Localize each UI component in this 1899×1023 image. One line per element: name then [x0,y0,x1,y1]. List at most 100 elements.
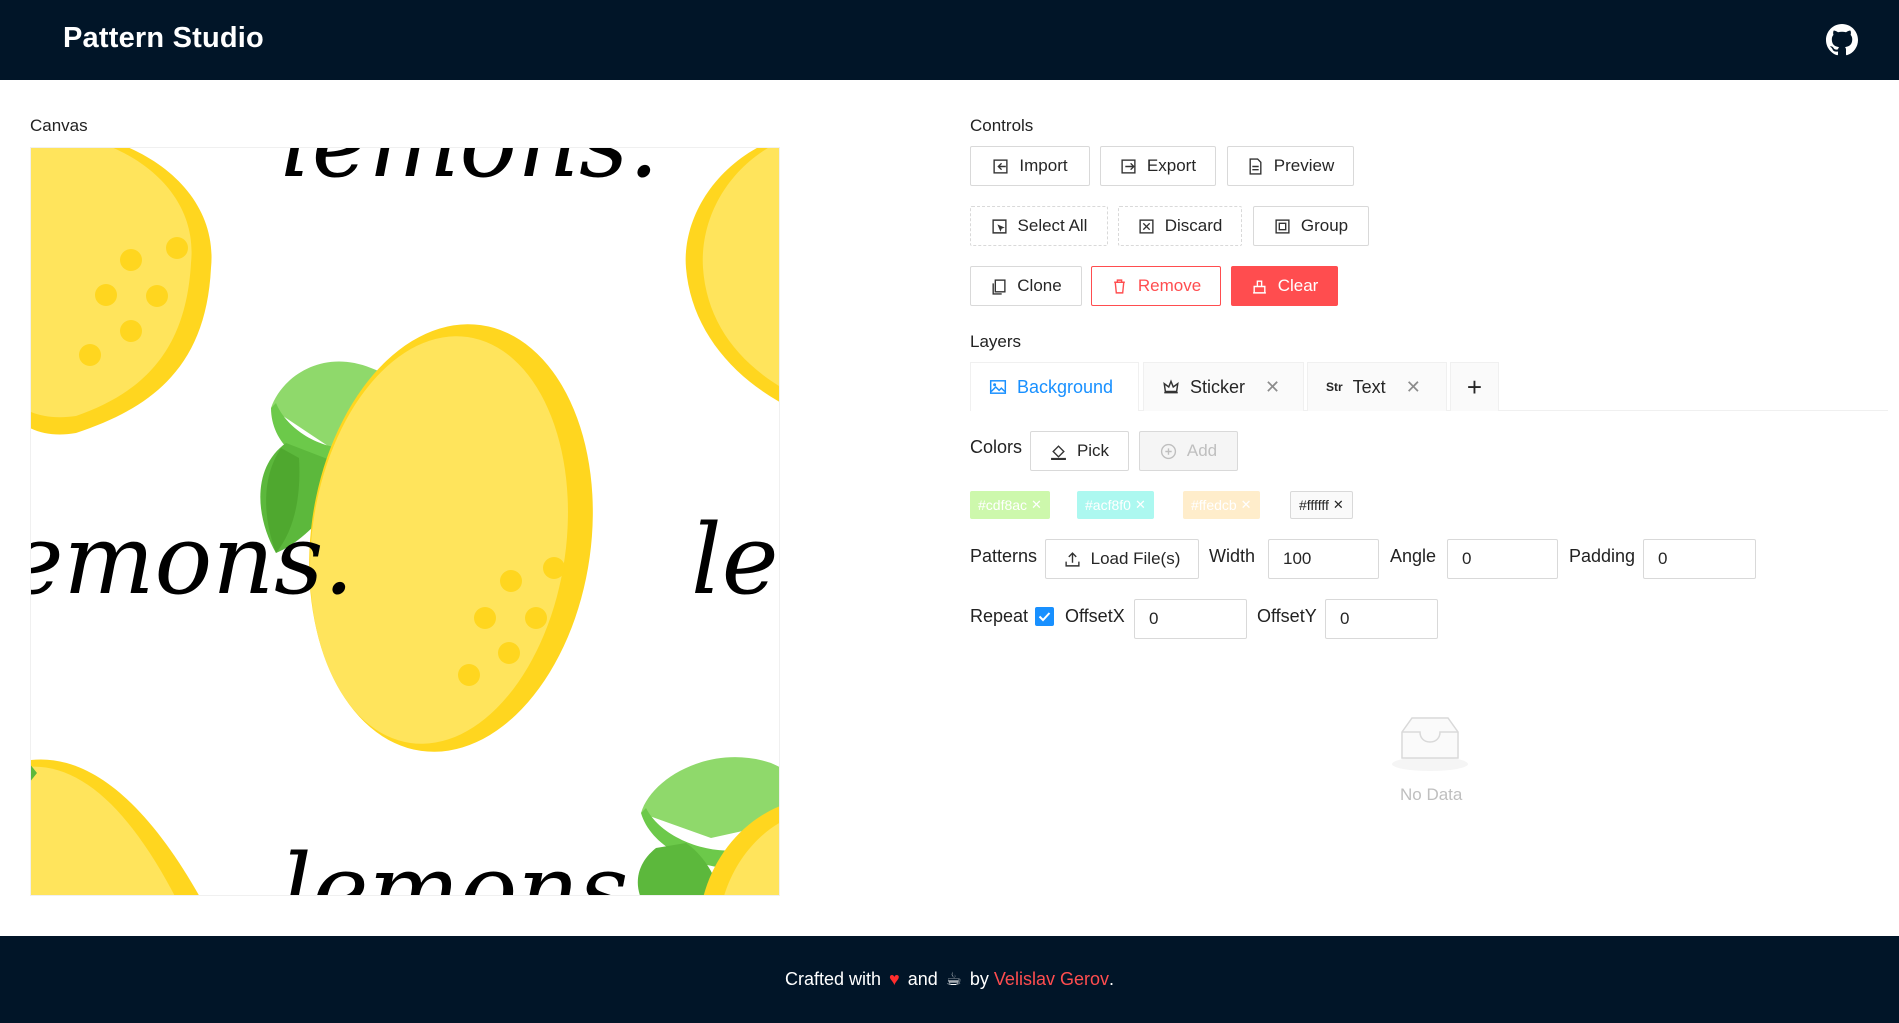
preview-label: Preview [1273,156,1335,175]
offsety-input[interactable]: 0 [1325,599,1438,639]
clear-icon [1252,279,1266,294]
picture-icon [989,380,1007,394]
footer-and: and [907,969,938,989]
footer-by: by [969,969,989,989]
remove-label: Remove [1137,276,1202,295]
export-button[interactable]: Export [1100,146,1216,186]
color-tag-value: #acf8f0 [1085,497,1131,513]
pattern-text: lemons. [281,148,659,199]
pattern-text: lemons. [691,504,780,616]
inbox-empty-icon [1392,717,1468,771]
preview-button[interactable]: Preview [1227,146,1354,186]
copy-icon [992,278,1006,295]
clone-label: Clone [1017,276,1062,295]
discard-button[interactable]: Discard [1118,206,1242,246]
close-icon[interactable]: ✕ [1031,497,1042,513]
angle-label: Angle [1390,546,1437,566]
tab-background-label: Background [1017,376,1114,397]
close-icon[interactable]: ✕ [1135,497,1146,513]
tab-sticker-label: Sticker [1190,376,1246,397]
color-tag-value: #cdf8ac [978,497,1028,513]
upload-icon [1065,551,1080,567]
group-icon [1275,218,1290,234]
import-icon [993,158,1008,174]
padding-input[interactable]: 0 [1643,539,1756,579]
crown-icon [1163,379,1179,394]
tab-text[interactable]: Str Text ✕ [1307,362,1447,411]
author-link[interactable]: Velislav Gerov [994,969,1109,990]
check-icon [1038,612,1051,622]
color-tag-value: #ffedcb [1191,497,1237,513]
pattern-text: lemons. [281,834,659,896]
group-label: Group [1300,216,1349,235]
select-all-button[interactable]: Select All [970,206,1108,246]
close-icon[interactable]: ✕ [1406,377,1421,398]
import-button[interactable]: Import [970,146,1090,186]
color-tag[interactable]: #cdf8ac ✕ [970,491,1050,519]
export-icon [1121,158,1136,174]
offsetx-input[interactable]: 0 [1134,599,1247,639]
delete-icon [1114,278,1125,294]
select-all-label: Select All [1017,216,1088,235]
tab-text-label: Text [1352,376,1386,397]
color-tag[interactable]: #ffffff ✕ [1290,491,1353,519]
width-input[interactable]: 100 [1268,539,1379,579]
pattern-text: lemons. [31,504,354,616]
repeat-label: Repeat [970,606,1029,626]
pick-color-button[interactable]: Pick [1030,431,1129,471]
pattern-preview: lemons. lemons. lemons. lemons. [31,148,780,896]
remove-button[interactable]: Remove [1091,266,1221,306]
clear-label: Clear [1277,276,1319,295]
load-files-button[interactable]: Load File(s) [1045,539,1199,579]
lemon-sticker [31,148,212,435]
heart-icon: ♥ [889,969,900,989]
color-tag-value: #ffffff [1299,497,1329,513]
pick-label: Pick [1076,441,1110,460]
clone-button[interactable]: Clone [970,266,1082,306]
lemon-sticker [685,148,779,402]
canvas-label: Canvas [30,116,88,135]
plus-icon: + [1466,371,1483,402]
plus-circle-icon [1160,443,1176,459]
app-header: Pattern Studio [0,0,1899,80]
clear-button[interactable]: Clear [1231,266,1338,306]
color-tag[interactable]: #ffedcb ✕ [1183,491,1260,519]
colors-label: Colors [970,437,1023,457]
tab-sticker[interactable]: Sticker ✕ [1143,362,1304,411]
text-icon: Str [1326,380,1343,394]
group-button[interactable]: Group [1253,206,1369,246]
repeat-checkbox[interactable] [1035,607,1054,626]
close-icon[interactable]: ✕ [1241,497,1252,513]
app-title: Pattern Studio [63,22,264,54]
bg-colors-icon [1051,444,1066,460]
width-label: Width [1209,546,1256,566]
layers-label: Layers [970,332,1022,351]
color-tag[interactable]: #acf8f0 ✕ [1077,491,1154,519]
lemon-sticker [31,759,199,895]
offsetx-label: OffsetX [1065,606,1125,626]
controls-label: Controls [970,116,1034,135]
load-files-label: Load File(s) [1090,549,1181,568]
discard-label: Discard [1164,216,1223,235]
export-label: Export [1146,156,1197,175]
tab-background[interactable]: Background [970,362,1139,411]
add-color-button[interactable]: Add [1139,431,1238,471]
github-icon[interactable] [1826,24,1858,56]
footer-crafted: Crafted with [784,969,882,989]
footer-period: . [1108,969,1114,989]
add-label: Add [1186,441,1218,460]
patterns-label: Patterns [970,546,1038,566]
close-square-icon [1139,218,1154,234]
footer: Crafted with ♥ and ☕ by Velislav Gerov . [0,936,1899,1023]
coffee-icon: ☕ [945,969,962,989]
select-icon [991,218,1007,234]
pattern-canvas[interactable]: lemons. lemons. lemons. lemons. [30,147,780,896]
add-tab-button[interactable]: + [1450,362,1499,411]
padding-label: Padding [1569,546,1636,566]
angle-input[interactable]: 0 [1447,539,1558,579]
empty-text: No Data [1400,785,1463,804]
file-icon [1249,157,1262,175]
close-icon[interactable]: ✕ [1265,377,1280,398]
close-icon[interactable]: ✕ [1333,497,1344,513]
offsety-label: OffsetY [1257,606,1317,626]
